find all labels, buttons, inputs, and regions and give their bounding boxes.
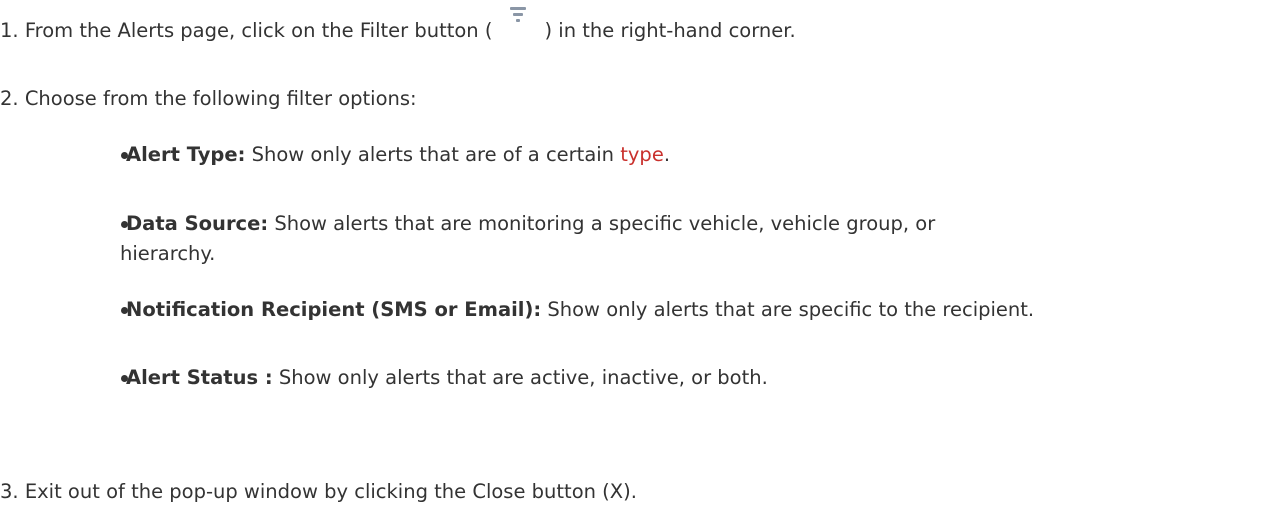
step-1: 1. From the Alerts page, click on the Fi… [0, 7, 796, 46]
option-text-end: . [663, 143, 671, 166]
filter-option-alert-type: Alert Type: Show only alerts that are of… [126, 140, 670, 170]
step-2-text: Choose from the following filter options… [24, 87, 417, 110]
option-label: Alert Status : [126, 366, 273, 389]
step-2: 2. Choose from the following filter opti… [0, 84, 417, 114]
step-1-text-after: ) in the right-hand corner. [544, 19, 796, 42]
filter-icon [492, 7, 544, 46]
filter-option-alert-status: Alert Status : Show only alerts that are… [126, 363, 768, 393]
filter-option-data-source-continued: hierarchy. [120, 239, 215, 269]
option-label: Notification Recipient (SMS or Email): [126, 298, 542, 321]
step-number: 1. [0, 19, 19, 42]
option-label: Alert Type: [126, 143, 246, 166]
step-number: 2. [0, 87, 19, 110]
step-number: 3. [0, 480, 19, 503]
step-1-text-before: From the Alerts page, click on the Filte… [24, 19, 493, 42]
step-3: 3. Exit out of the pop-up window by clic… [0, 477, 637, 507]
option-text: Show only alerts that are specific to th… [541, 298, 1035, 321]
option-text: Show only alerts that are of a certain [245, 143, 621, 166]
option-text: Show only alerts that are active, inacti… [272, 366, 768, 389]
option-text: Show alerts that are monitoring a specif… [268, 212, 936, 235]
step-3-text: Exit out of the pop-up window by clickin… [24, 480, 637, 503]
filter-option-data-source: Data Source: Show alerts that are monito… [126, 209, 935, 239]
option-text-line2: hierarchy. [120, 242, 216, 265]
option-label: Data Source: [126, 212, 269, 235]
type-link[interactable]: type [620, 143, 664, 166]
filter-option-notification-recipient: Notification Recipient (SMS or Email): S… [126, 295, 1034, 325]
